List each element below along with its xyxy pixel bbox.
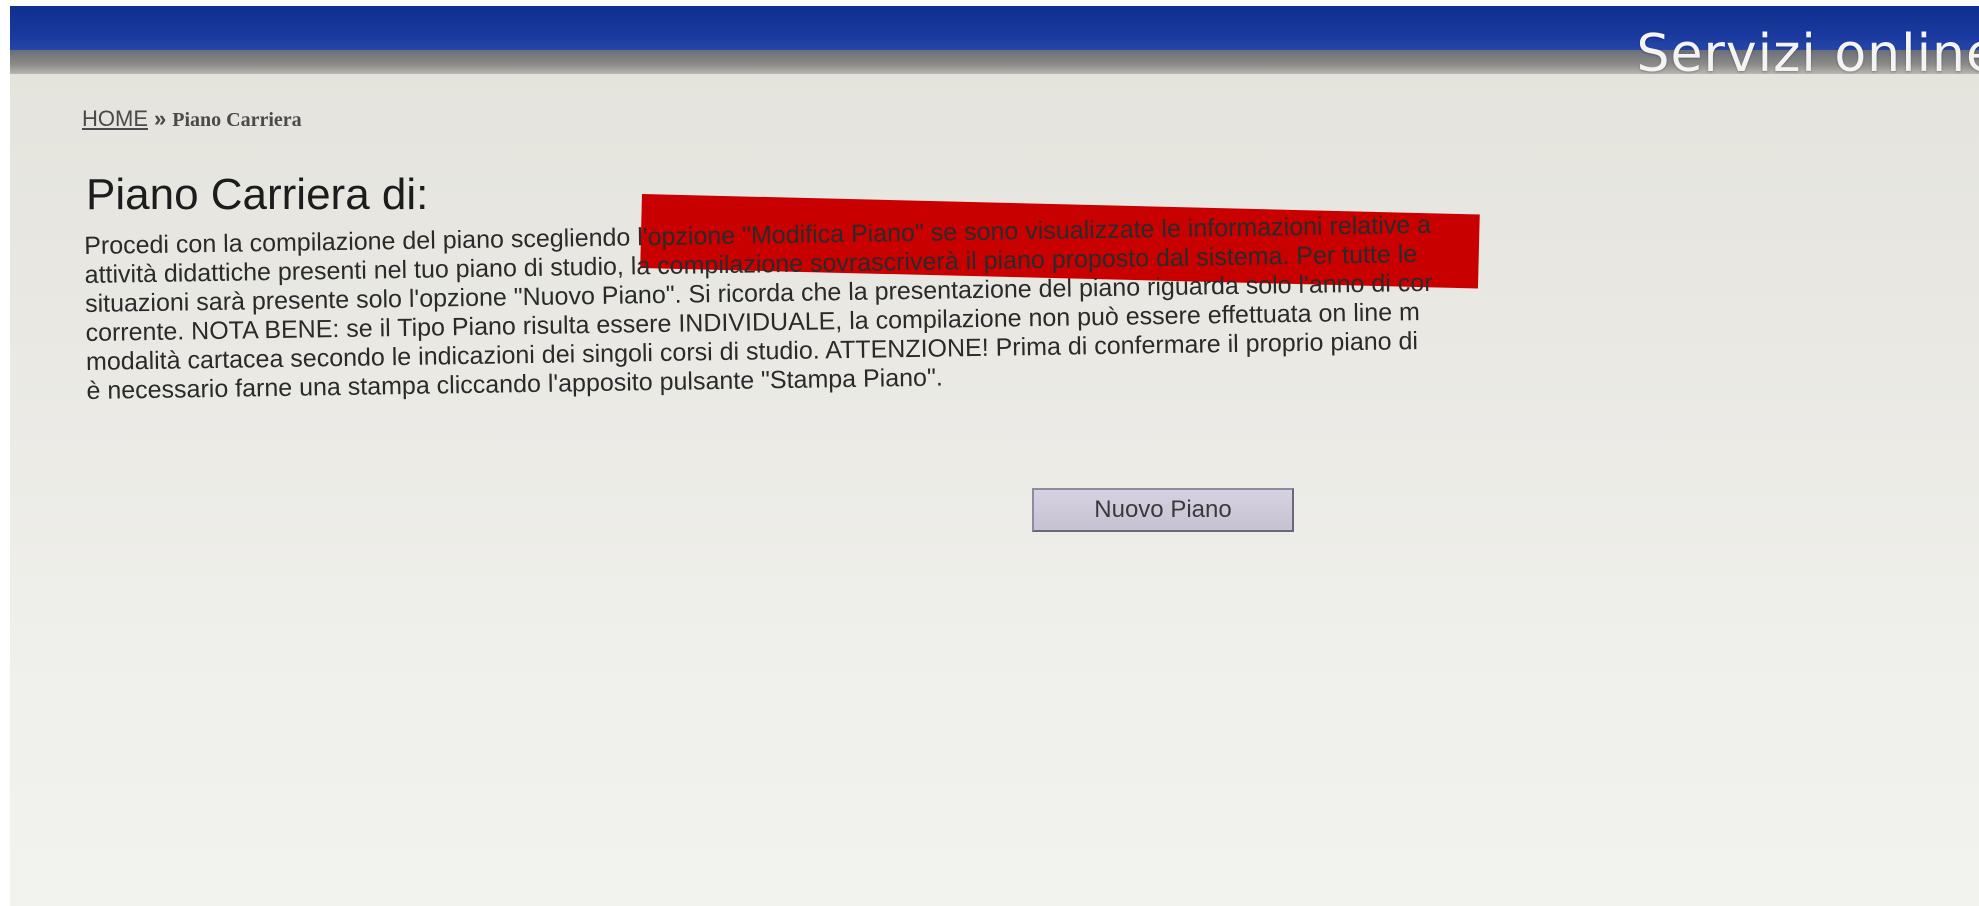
breadcrumb-home-link[interactable]: HOME (82, 106, 148, 131)
page-frame: Servizi online HOME» Piano Carriera Piano… (10, 6, 1979, 906)
breadcrumb-separator: » (154, 106, 167, 131)
new-plan-button[interactable]: Nuovo Piano (1032, 488, 1294, 532)
page-title: Piano Carriera di: (86, 170, 429, 219)
intro-text: Procedi con la compilazione del piano sc… (84, 201, 1979, 406)
site-header: Servizi online (10, 6, 1979, 84)
breadcrumb: HOME» Piano Carriera (82, 106, 302, 132)
breadcrumb-current: Piano Carriera (172, 109, 302, 131)
header-title: Servizi online (1636, 24, 1979, 84)
